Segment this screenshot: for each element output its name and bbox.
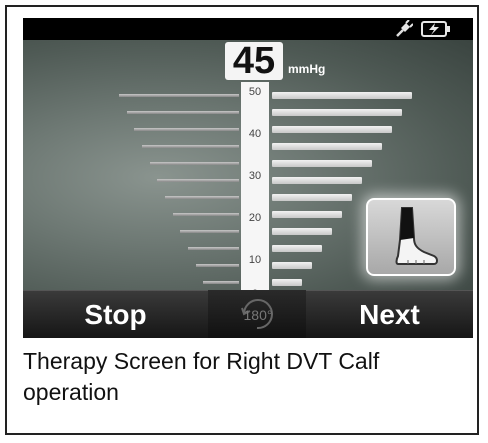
stop-button[interactable]: Stop — [23, 290, 208, 338]
pressure-bar-right — [272, 177, 362, 184]
pressure-unit: mmHg — [288, 62, 326, 76]
pressure-bar-left — [165, 196, 239, 199]
device-screen: 45 mmHg 50 40 30 20 10 0 Stop 180° — [23, 18, 473, 338]
rotate-180-icon: 180° — [241, 299, 273, 330]
rotate-180-button[interactable]: 180° — [208, 290, 306, 338]
pressure-bar-left — [142, 145, 239, 148]
pressure-bar-right — [272, 279, 302, 286]
pressure-bar-right — [272, 211, 342, 218]
pressure-bar-left — [188, 247, 239, 250]
pressure-bar-left — [180, 230, 239, 233]
right-calf-button[interactable] — [366, 198, 456, 276]
pressure-bar-left — [134, 128, 239, 131]
pressure-bar-left — [157, 179, 239, 182]
pressure-bar-right — [272, 109, 402, 116]
therapy-display: 45 mmHg 50 40 30 20 10 0 — [23, 40, 473, 303]
pressure-bar-right — [272, 160, 372, 167]
pressure-value: 45 — [225, 42, 283, 80]
next-button[interactable]: Next — [306, 290, 473, 338]
scale-label: 40 — [248, 128, 262, 140]
scale-label: 10 — [248, 254, 262, 266]
pressure-bar-left — [196, 264, 239, 267]
pressure-bar-left — [119, 94, 239, 97]
status-bar — [23, 18, 473, 40]
rotate-label: 180° — [244, 307, 273, 323]
pressure-bar-right — [272, 126, 392, 133]
scale-label: 20 — [248, 212, 262, 224]
figure-caption: Therapy Screen for Right DVT Calf operat… — [23, 348, 380, 405]
pressure-bar-right — [272, 92, 412, 99]
scale-label: 50 — [248, 86, 262, 98]
battery-charging-icon — [421, 21, 450, 37]
pressure-bar-right — [272, 262, 312, 269]
plug-icon — [396, 20, 413, 37]
pressure-bar-left — [150, 162, 239, 165]
pressure-bar-right — [272, 228, 332, 235]
pressure-bar-right — [272, 194, 352, 201]
scale-label: 30 — [248, 170, 262, 182]
pressure-bar-right — [272, 245, 322, 252]
pressure-bar-left — [173, 213, 239, 216]
pressure-bar-left — [203, 281, 239, 284]
pressure-bar-left — [127, 111, 239, 114]
pressure-bar-right — [272, 143, 382, 150]
bottom-bar: Stop 180° Next — [23, 290, 473, 338]
right-calf-leg-icon — [395, 207, 438, 265]
pressure-scale: 50 40 30 20 10 0 — [241, 82, 269, 302]
